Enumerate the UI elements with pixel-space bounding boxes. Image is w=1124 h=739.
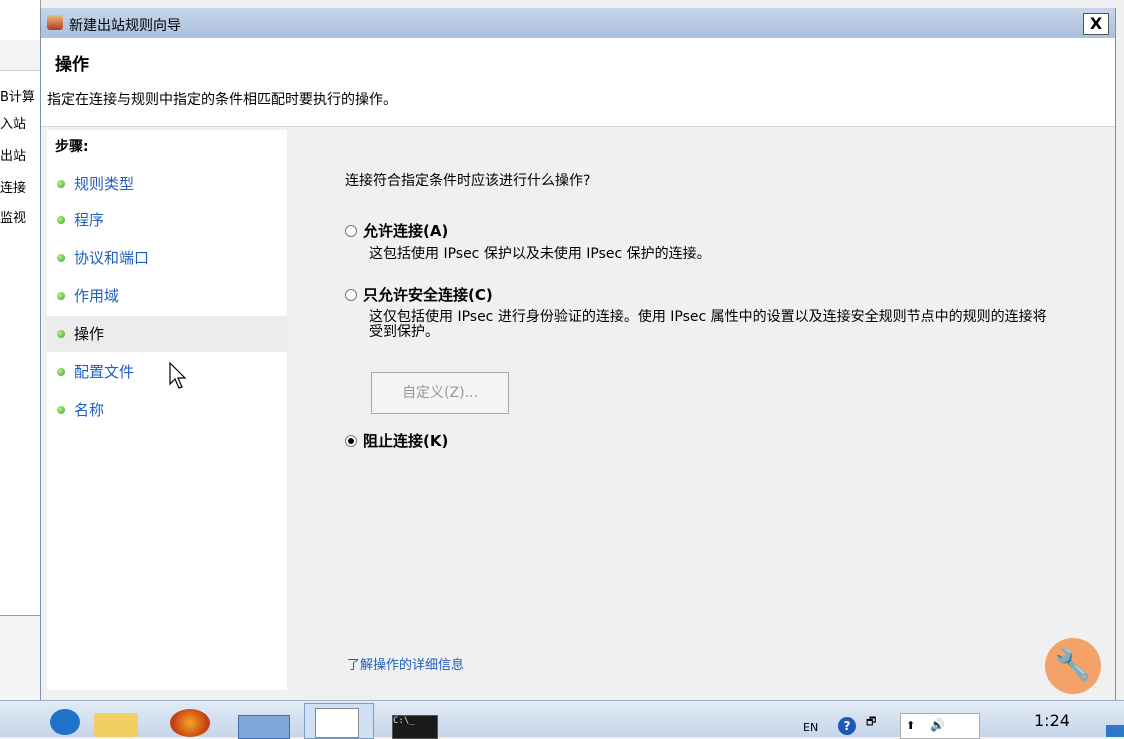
mouse-cursor-icon xyxy=(169,362,187,389)
background-window: B计算 入站 出站 连接 监视 xyxy=(0,0,41,701)
volume-icon[interactable]: 🔊 xyxy=(930,718,945,732)
step-dot-icon xyxy=(57,180,65,188)
folder-icon[interactable] xyxy=(90,703,146,737)
show-desktop-button[interactable] xyxy=(1106,725,1124,737)
page-description: 指定在连接与规则中指定的条件相匹配时要执行的操作。 xyxy=(47,92,397,108)
action-question: 连接符合指定条件时应该进行什么操作? xyxy=(345,173,591,189)
step-dot-icon xyxy=(57,330,65,338)
secure-radio[interactable] xyxy=(345,288,357,301)
allow-description: 这包括使用 IPsec 保护以及未使用 IPsec 保护的连接。 xyxy=(369,246,711,262)
background-panel xyxy=(0,615,40,701)
step-dot-icon xyxy=(57,368,65,376)
help-icon[interactable]: ? xyxy=(838,717,856,735)
firefox-icon[interactable] xyxy=(162,703,218,737)
secure-label[interactable]: 只允许安全连接(C) xyxy=(363,286,493,304)
step-profile[interactable]: 配置文件 xyxy=(47,354,287,390)
step-dot-icon xyxy=(57,254,65,262)
step-label: 程序 xyxy=(74,211,105,229)
wizard-header: 操作 指定在连接与规则中指定的条件相匹配时要执行的操作。 xyxy=(41,38,1115,127)
step-dot-icon xyxy=(57,406,65,414)
background-item[interactable]: 监视 xyxy=(0,207,36,226)
firewall-icon xyxy=(47,15,63,30)
close-button[interactable]: X xyxy=(1083,13,1109,35)
taskbar: C:\_ EN ? 🗗 ⬆ 🔊 1:24 xyxy=(0,700,1124,739)
cmd-icon[interactable]: C:\_ xyxy=(388,703,444,739)
wrench-icon[interactable]: 🔧 xyxy=(1045,638,1101,694)
background-toolbar xyxy=(0,40,40,71)
step-program[interactable]: 程序 xyxy=(47,202,287,238)
cmd-label: C:\_ xyxy=(392,715,438,739)
step-label: 名称 xyxy=(74,401,105,419)
firewall-task-icon[interactable] xyxy=(304,703,374,739)
show-hidden-icons-icon[interactable]: ⬆ xyxy=(906,719,915,732)
step-label: 规则类型 xyxy=(74,175,135,193)
step-label: 协议和端口 xyxy=(74,249,150,267)
language-indicator[interactable]: EN xyxy=(803,721,818,734)
clock[interactable]: 1:24 xyxy=(1034,711,1070,730)
window-title: 新建出站规则向导 xyxy=(69,18,181,34)
title-bar[interactable]: 新建出站规则向导 X xyxy=(41,8,1115,38)
step-label: 作用域 xyxy=(74,287,120,305)
allow-secure-option[interactable]: 只允许安全连接(C) xyxy=(345,284,493,305)
app-icon[interactable] xyxy=(230,703,290,739)
background-item[interactable]: 出站 xyxy=(0,145,36,164)
step-action[interactable]: 操作 xyxy=(47,316,287,352)
step-name[interactable]: 名称 xyxy=(47,392,287,428)
background-item[interactable]: B计算 xyxy=(0,86,36,105)
secure-description: 这仅包括使用 IPsec 进行身份验证的连接。使用 IPsec 属性中的设置以及… xyxy=(369,309,1047,340)
allow-label[interactable]: 允许连接(A) xyxy=(363,222,448,240)
allow-radio[interactable] xyxy=(345,224,357,237)
wizard-dialog: 新建出站规则向导 X 操作 指定在连接与规则中指定的条件相匹配时要执行的操作。 … xyxy=(40,8,1116,700)
step-scope[interactable]: 作用域 xyxy=(47,278,287,314)
page-title: 操作 xyxy=(55,55,89,75)
background-item[interactable]: 入站 xyxy=(0,113,36,132)
block-radio[interactable] xyxy=(345,434,357,447)
step-dot-icon xyxy=(57,216,65,224)
step-label: 配置文件 xyxy=(74,363,135,381)
step-label: 操作 xyxy=(74,325,105,343)
learn-more-link[interactable]: 了解操作的详细信息 xyxy=(347,654,464,673)
allow-connection-option[interactable]: 允许连接(A) xyxy=(345,220,448,241)
background-item[interactable]: 连接 xyxy=(0,177,36,196)
steps-panel: 步骤: 规则类型 程序 协议和端口 作用域 操作 配置文件 名称 xyxy=(47,130,287,690)
customize-button[interactable]: 自定义(Z)... xyxy=(371,372,509,414)
step-protocol-ports[interactable]: 协议和端口 xyxy=(47,240,287,276)
step-rule-type[interactable]: 规则类型 xyxy=(47,166,287,202)
ie-icon[interactable] xyxy=(40,703,96,737)
step-dot-icon xyxy=(57,292,65,300)
block-label[interactable]: 阻止连接(K) xyxy=(363,432,448,450)
steps-title: 步骤: xyxy=(55,139,89,155)
network-icon[interactable]: 🗗 xyxy=(866,713,876,732)
action-content: 连接符合指定条件时应该进行什么操作? 允许连接(A) 这包括使用 IPsec 保… xyxy=(291,130,1115,700)
block-connection-option[interactable]: 阻止连接(K) xyxy=(345,430,448,451)
